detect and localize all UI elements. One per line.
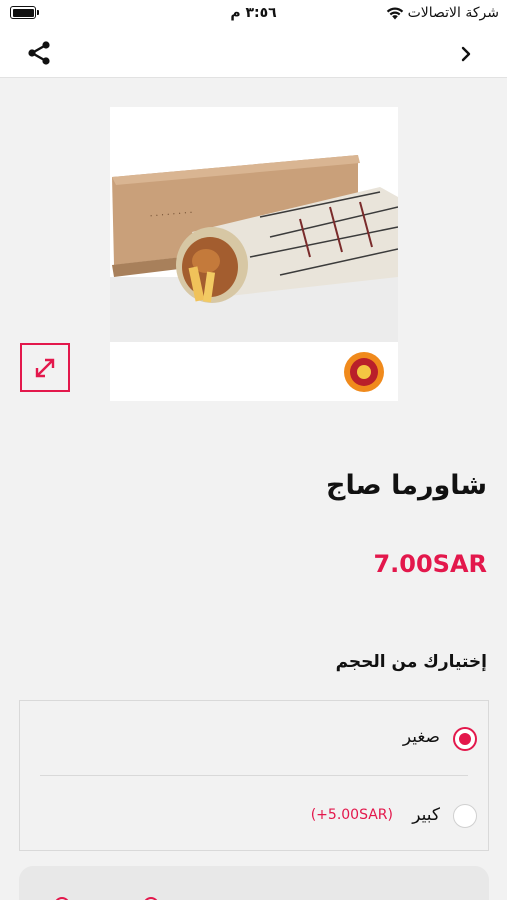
size-options: صغير كبير (+5.00SAR) <box>19 700 489 851</box>
wifi-icon <box>386 7 404 20</box>
option-label: كبير <box>412 805 440 825</box>
carrier-info: شركة الاتصالات <box>386 5 499 21</box>
option-extra-price: (+5.00SAR) <box>310 807 393 823</box>
nav-bar <box>0 28 507 78</box>
product-price: 7.00SAR <box>373 550 487 578</box>
status-bar: ٣:٥٦ م شركة الاتصالات <box>0 0 507 28</box>
option-small[interactable]: صغير <box>20 701 488 775</box>
product-image[interactable]: · · · · · · · · <box>110 107 398 401</box>
radio-selected-icon[interactable] <box>453 727 477 751</box>
radio-unselected-icon[interactable] <box>453 804 477 828</box>
option-label: صغير <box>402 727 440 747</box>
next-section-card <box>19 866 489 900</box>
option-large[interactable]: كبير (+5.00SAR) <box>20 777 488 851</box>
carrier-name: شركة الاتصالات <box>407 5 499 21</box>
expand-arrows-icon[interactable] <box>20 343 70 392</box>
product-name: شاورما صاج <box>326 470 487 501</box>
options-title: إختيارك من الحجم <box>335 652 487 672</box>
chevron-right-icon[interactable] <box>457 42 477 66</box>
share-icon[interactable] <box>26 40 54 68</box>
divider <box>40 775 468 776</box>
